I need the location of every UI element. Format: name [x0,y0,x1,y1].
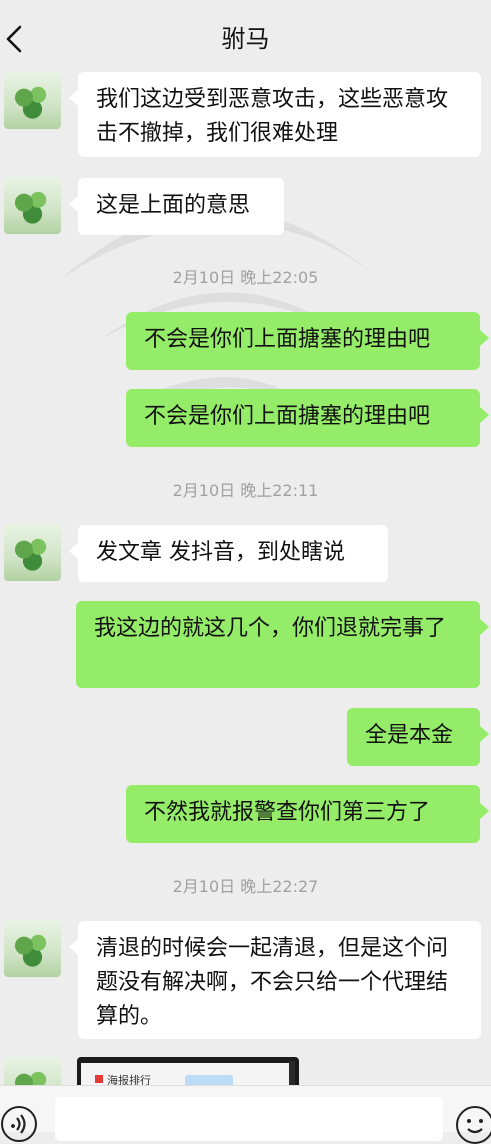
message-bubble-sent[interactable]: 不会是你们上面搪塞的理由吧 [126,312,489,370]
message-text: 不会是你们上面搪塞的理由吧 [144,327,431,352]
timestamp: 2月10日 晚上22:11 [172,481,319,500]
app-logo-icon [95,1075,103,1083]
message-input[interactable] [55,1097,443,1141]
timestamp: 2月10日 晚上22:05 [172,268,319,287]
message-text: 不然我就报警查你们第三方了 [144,800,431,825]
contact-avatar[interactable] [4,72,61,129]
message-text: 全是本金 [365,723,454,748]
message-text: 我这边的就这几个，你们退就完事了 [94,616,447,641]
contact-avatar[interactable] [4,177,61,234]
timestamp: 2月10日 晚上22:27 [172,877,319,896]
contact-avatar[interactable] [4,524,61,581]
contact-avatar[interactable] [4,920,61,977]
chat-title: 驸马 [221,25,270,53]
message-bubble-received[interactable]: 这是上面的意思 [69,178,284,235]
message-text: 不会是你们上面搪塞的理由吧 [144,404,431,429]
message-text: 这是上面的意思 [96,193,251,218]
message-text: 我们这边受到恶意攻击，这些恶意攻击不撤掉，我们很难处理 [96,87,449,146]
message-bubble-sent[interactable]: 不会是你们上面搪塞的理由吧 [126,389,489,447]
message-bubble-sent[interactable]: 全是本金 [347,708,489,766]
emoji-icon[interactable] [456,1106,491,1144]
message-bubble-received[interactable]: 清退的时候会一起清退，但是这个问题没有解决啊，不会只给一个代理结算的。 [69,921,481,1039]
message-bubble-received[interactable]: 我们这边受到恶意攻击，这些恶意攻击不撤掉，我们很难处理 [69,72,481,157]
message-bubble-sent[interactable]: 不然我就报警查你们第三方了 [126,785,489,843]
message-bubble-received[interactable]: 发文章 发抖音，到处瞎说 [69,525,388,582]
message-bubble-sent[interactable]: 我这边的就这几个，你们退就完事了 [76,601,489,688]
message-text: 发文章 发抖音，到处瞎说 [96,540,345,565]
voice-icon[interactable] [1,1106,37,1142]
message-text: 清退的时候会一起清退，但是这个问题没有解决啊，不会只给一个代理结算的。 [96,936,449,1029]
chat-header: 驸马 [0,0,491,78]
